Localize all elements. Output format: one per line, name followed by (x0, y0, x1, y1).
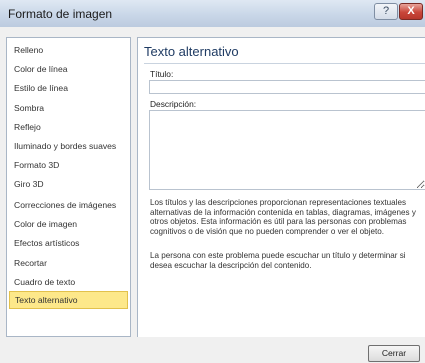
sidebar-item-formato-3d[interactable]: Formato 3D (9, 156, 128, 174)
description-label: Descripción: (150, 99, 197, 109)
help-button[interactable]: ? (374, 3, 398, 20)
sidebar-item-reflejo[interactable]: Reflejo (9, 118, 128, 136)
close-icon: X (407, 5, 415, 17)
dialog-body: Relleno Color de línea Estilo de línea S… (0, 27, 425, 363)
description-textarea[interactable] (149, 110, 425, 190)
sidebar-item-estilo-de-linea[interactable]: Estilo de línea (9, 79, 128, 97)
sidebar-item-giro-3d[interactable]: Giro 3D (9, 175, 128, 193)
panel-heading: Texto alternativo (144, 44, 239, 59)
title-input[interactable] (149, 80, 425, 94)
help-icon: ? (382, 5, 390, 17)
category-list: Relleno Color de línea Estilo de línea S… (6, 37, 131, 337)
help-paragraph-1: Los títulos y las descripciones proporci… (150, 198, 416, 236)
alt-text-panel: Texto alternativo Título: Descripción: L… (137, 37, 425, 337)
sidebar-item-texto-alternativo[interactable]: Texto alternativo (9, 291, 128, 309)
format-picture-dialog: Formato de imagen ? X Relleno Color de l… (0, 0, 425, 363)
sidebar-item-recortar[interactable]: Recortar (9, 254, 128, 272)
window-close-button[interactable]: X (399, 3, 423, 20)
sidebar-item-color-de-imagen[interactable]: Color de imagen (9, 215, 128, 233)
sidebar-item-efectos-artisticos[interactable]: Efectos artísticos (9, 234, 128, 252)
sidebar-item-correcciones[interactable]: Correcciones de imágenes (9, 196, 128, 214)
title-bar[interactable]: Formato de imagen ? X (0, 0, 425, 27)
sidebar-item-color-de-linea[interactable]: Color de línea (9, 60, 128, 78)
sidebar-item-relleno[interactable]: Relleno (9, 41, 128, 59)
heading-divider (144, 63, 425, 64)
sidebar-item-sombra[interactable]: Sombra (9, 99, 128, 117)
sidebar-item-iluminado[interactable]: Iluminado y bordes suaves (9, 137, 128, 155)
close-button[interactable]: Cerrar (368, 345, 420, 362)
window-title: Formato de imagen (8, 7, 113, 21)
title-label: Título: (150, 69, 174, 79)
help-paragraph-2: La persona con este problema puede escuc… (150, 251, 406, 270)
sidebar-item-cuadro-de-texto[interactable]: Cuadro de texto (9, 273, 128, 291)
